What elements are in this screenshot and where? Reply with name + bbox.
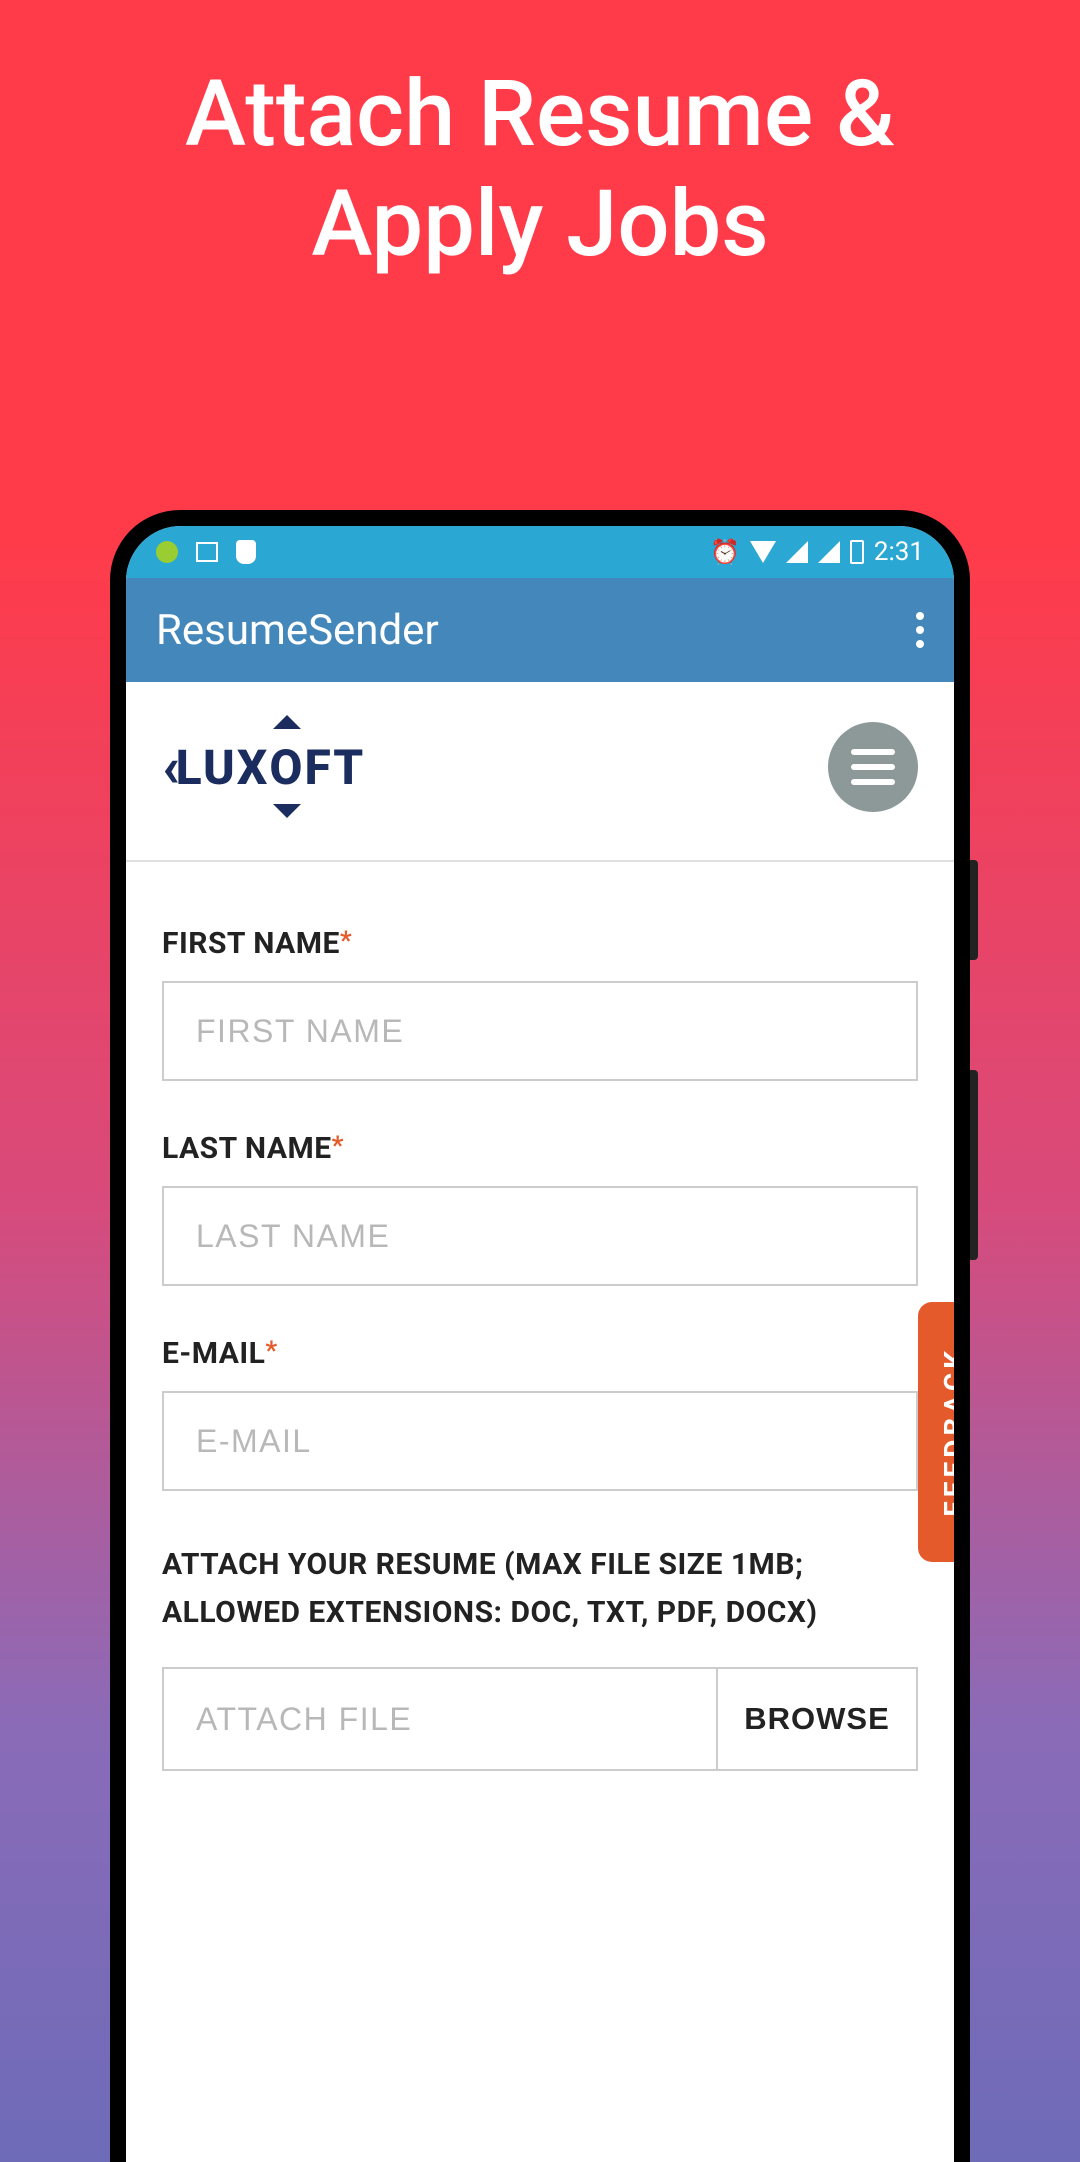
- first-name-field-group: FIRST NAME*: [162, 926, 918, 1081]
- app-bar: ResumeSender: [126, 578, 954, 682]
- logo-row: ‹ LUXOFT: [162, 722, 918, 860]
- attach-input-row: BROWSE: [162, 1667, 918, 1771]
- first-name-input[interactable]: [162, 981, 918, 1081]
- phone-mockup: ⏰ 2:31 ResumeSender: [110, 510, 970, 2162]
- email-input[interactable]: [162, 1391, 918, 1491]
- promo-title: Attach Resume & Apply Jobs: [0, 0, 1080, 281]
- hamburger-menu-button[interactable]: [828, 722, 918, 812]
- content-area: ‹ LUXOFT FIRST NAME*: [126, 682, 954, 1771]
- email-field-group: E-MAIL*: [162, 1336, 918, 1491]
- phone-frame: ⏰ 2:31 ResumeSender: [110, 510, 970, 2162]
- alarm-icon: ⏰: [710, 538, 740, 566]
- attach-label: ATTACH YOUR RESUME (MAX FILE SIZE 1MB; A…: [162, 1541, 918, 1637]
- logo-suffix: FT: [304, 739, 365, 796]
- first-name-label: FIRST NAME*: [162, 926, 918, 961]
- feedback-label: FEEDBACK: [938, 1347, 955, 1517]
- feedback-tab[interactable]: FEEDBACK: [918, 1302, 954, 1562]
- phone-side-button-1: [970, 860, 978, 960]
- last-name-input[interactable]: [162, 1186, 918, 1286]
- attach-field-group: ATTACH YOUR RESUME (MAX FILE SIZE 1MB; A…: [162, 1541, 918, 1771]
- status-bar-left: [156, 540, 256, 564]
- logo-prefix: LUX: [176, 739, 270, 796]
- required-mark: *: [265, 1336, 277, 1366]
- promo-title-line2: Apply Jobs: [0, 170, 1080, 280]
- signal-icon-2: [818, 541, 840, 563]
- phone-screen: ⏰ 2:31 ResumeSender: [126, 526, 954, 2162]
- phone-side-button-2: [970, 1070, 978, 1260]
- app-icon-1: [156, 541, 178, 563]
- email-label: E-MAIL*: [162, 1336, 918, 1371]
- last-name-label: LAST NAME*: [162, 1131, 918, 1166]
- browse-button[interactable]: BROWSE: [716, 1669, 916, 1769]
- last-name-field-group: LAST NAME*: [162, 1131, 918, 1286]
- image-icon: [196, 542, 218, 562]
- promo-title-line1: Attach Resume &: [0, 60, 1080, 170]
- more-menu-button[interactable]: [916, 612, 924, 648]
- required-mark: *: [332, 1131, 344, 1161]
- logo-o: O: [269, 739, 304, 796]
- wifi-icon: [750, 541, 776, 563]
- status-bar: ⏰ 2:31: [126, 526, 954, 578]
- app-icon-2: [236, 540, 256, 564]
- signal-icon-1: [786, 541, 808, 563]
- required-mark: *: [340, 926, 352, 956]
- battery-icon: [850, 540, 864, 564]
- status-bar-right: ⏰ 2:31: [710, 537, 924, 567]
- luxoft-logo: ‹ LUXOFT: [162, 734, 365, 800]
- status-time: 2:31: [874, 537, 924, 567]
- attach-file-input[interactable]: [164, 1669, 716, 1769]
- app-title: ResumeSender: [156, 606, 439, 655]
- divider: [126, 860, 954, 862]
